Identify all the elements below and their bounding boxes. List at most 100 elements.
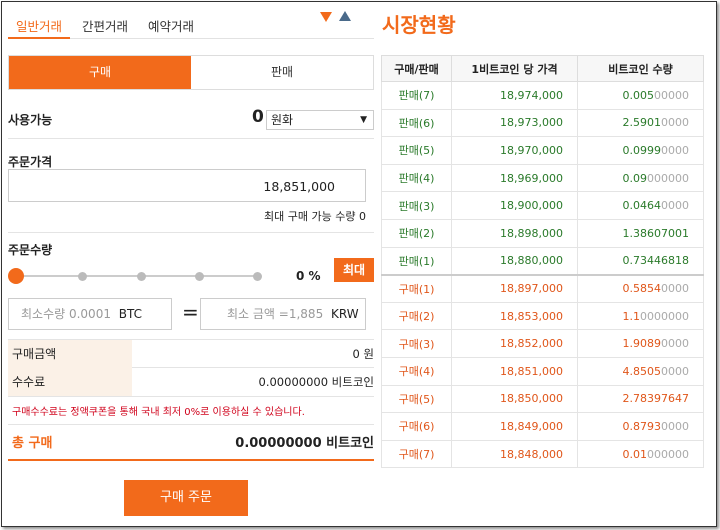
order-side: 판매(2) — [381, 218, 452, 248]
price-label: 주문가격 — [8, 155, 53, 169]
order-qty-padding: 0000 — [661, 419, 689, 433]
max-quantity-button[interactable]: 최대 — [334, 258, 374, 282]
order-price: 18,850,000 — [451, 384, 578, 414]
order-side: 구매(6) — [381, 412, 452, 441]
order-qty-value: 1.1 — [622, 309, 641, 323]
order-qty: 0.00500000 — [577, 81, 704, 110]
order-book-row[interactable]: 구매(4) 18,851,000 4.85050000 — [381, 356, 704, 386]
order-qty-padding: 0000 — [661, 199, 689, 213]
order-side: 구매(3) — [381, 329, 452, 358]
order-price: 18,900,000 — [451, 191, 578, 220]
order-side: 판매(3) — [381, 191, 452, 220]
order-price: 18,974,000 — [451, 81, 578, 110]
order-side: 구매(4) — [381, 356, 452, 386]
order-qty-value: 4.8505 — [622, 364, 662, 378]
currency-select[interactable]: 원화 ▼ — [266, 110, 374, 130]
buy-order-button[interactable]: 구매 주문 — [124, 480, 248, 516]
order-qty: 2.78397647 — [577, 384, 704, 414]
sell-tab[interactable]: 판매 — [191, 56, 373, 89]
min-qty-unit: BTC — [118, 307, 143, 321]
order-qty-padding: 0000000 — [640, 309, 689, 323]
order-book-row[interactable]: 구매(3) 18,852,000 1.90890000 — [381, 329, 704, 358]
price-input[interactable]: 18,851,000 — [8, 169, 366, 202]
order-qty: 2.59010000 — [577, 108, 704, 138]
order-qty-padding: 0000 — [661, 116, 689, 130]
order-qty: 0.58540000 — [577, 273, 704, 303]
order-book-header: 구매/판매 1비트코인 당 가격 비트코인 수량 — [381, 55, 704, 82]
buy-tab[interactable]: 구매 — [9, 56, 191, 89]
order-book-row[interactable]: 구매(2) 18,853,000 1.10000000 — [381, 301, 704, 331]
order-qty-value: 0.01 — [622, 447, 648, 461]
price-value: 18,851,000 — [263, 179, 335, 194]
order-book-row[interactable]: 판매(3) 18,900,000 0.04640000 — [381, 191, 704, 220]
min-amount-input[interactable]: 최소 금액 =1,885 KRW — [200, 298, 366, 330]
order-qty-value: 0.8793 — [622, 419, 662, 433]
order-qty-value: 0.0999 — [622, 143, 662, 157]
tab-normal-trade[interactable]: 일반거래 — [8, 8, 71, 39]
amount-label: 구매금액 — [8, 340, 132, 368]
price-up-arrow-icon[interactable] — [339, 11, 351, 21]
order-panel: 일반거래 간편거래 예약거래 구매 판매 사용가능 0 원화 ▼ 주문가격 18… — [8, 0, 374, 530]
order-book-row[interactable]: 구매(5) 18,850,000 2.78397647 — [381, 384, 704, 414]
slider-step-dot[interactable] — [137, 272, 146, 281]
divider — [8, 138, 374, 139]
order-book-row[interactable]: 판매(4) 18,969,000 0.09000000 — [381, 163, 704, 193]
order-book-row[interactable]: 판매(1) 18,880,000 0.73446818 — [381, 246, 704, 276]
order-qty-padding: 000000 — [647, 447, 689, 461]
order-side: 판매(6) — [381, 108, 452, 138]
market-status-title: 시장현황 — [382, 13, 456, 37]
order-qty-value: 0.005 — [622, 88, 655, 102]
order-qty-value: 0.0464 — [622, 199, 662, 213]
order-side: 판매(7) — [381, 81, 452, 110]
quantity-percent: 0 % — [296, 269, 321, 283]
order-qty: 1.90890000 — [577, 329, 704, 358]
order-price: 18,973,000 — [451, 108, 578, 138]
order-side: 판매(1) — [381, 246, 452, 276]
order-qty: 0.09000000 — [577, 163, 704, 193]
order-side: 구매(2) — [381, 301, 452, 331]
order-book-row[interactable]: 판매(7) 18,974,000 0.00500000 — [381, 81, 704, 110]
total-label: 총 구매 — [12, 436, 53, 451]
order-qty-padding: 0000 — [661, 282, 689, 296]
divider — [8, 424, 374, 425]
order-book-row[interactable]: 판매(5) 18,970,000 0.09990000 — [381, 136, 704, 165]
order-price: 18,849,000 — [451, 412, 578, 441]
fee-notice: 구매수수료는 정액쿠폰을 통해 국내 최저 0%로 이용하실 수 있습니다. — [12, 407, 305, 418]
slider-step-dot[interactable] — [78, 272, 87, 281]
order-qty-value: 2.5901 — [622, 116, 662, 130]
order-book-body: 판매(7) 18,974,000 0.00500000 판매(6) 18,973,000… — [381, 81, 704, 469]
order-qty-value: 0.5854 — [622, 282, 662, 296]
equals-sign: = — [182, 300, 199, 324]
caret-down-icon: ▼ — [360, 115, 367, 125]
price-down-arrow-icon[interactable] — [320, 12, 332, 22]
order-book-row[interactable]: 판매(6) 18,973,000 2.59010000 — [381, 108, 704, 138]
order-book-row[interactable]: 판매(2) 18,898,000 1.38607001 — [381, 218, 704, 248]
fee-label: 수수료 — [8, 368, 132, 396]
slider-step-dot[interactable] — [195, 272, 204, 281]
order-book-table: 구매/판매 1비트코인 당 가격 비트코인 수량 판매(7) 18,974,000… — [381, 55, 704, 469]
order-price: 18,852,000 — [451, 329, 578, 358]
order-book-row[interactable]: 구매(1) 18,897,000 0.58540000 — [381, 273, 704, 303]
order-side: 판매(5) — [381, 136, 452, 165]
min-amount-unit: KRW — [331, 307, 359, 321]
tab-reserved-trade[interactable]: 예약거래 — [140, 8, 202, 39]
slider-step-dot[interactable] — [253, 272, 262, 281]
currency-selected: 원화 — [271, 113, 294, 127]
quantity-slider-track[interactable] — [16, 275, 256, 277]
min-qty-placeholder: 최소수량 0.0001 — [21, 307, 111, 321]
tab-simple-trade[interactable]: 간편거래 — [74, 8, 136, 39]
order-qty-value: 0.73446818 — [622, 254, 689, 268]
min-qty-input[interactable]: 최소수량 0.0001 BTC — [8, 298, 172, 330]
order-book-row[interactable]: 구매(6) 18,849,000 0.87930000 — [381, 412, 704, 441]
amount-value: 0 원 — [352, 347, 374, 361]
order-book-row[interactable]: 구매(7) 18,848,000 0.01000000 — [381, 439, 704, 469]
order-price: 18,898,000 — [451, 218, 578, 248]
order-qty: 0.04640000 — [577, 191, 704, 220]
total-underline — [8, 459, 374, 461]
available-label: 사용가능 — [8, 113, 53, 127]
order-summary: 구매금액 0 원 수수료 0.00000000 비트코인 — [8, 339, 374, 397]
order-price: 18,853,000 — [451, 301, 578, 331]
order-qty: 0.09990000 — [577, 136, 704, 165]
available-value: 0 — [252, 107, 264, 127]
quantity-slider-handle[interactable] — [8, 268, 24, 284]
